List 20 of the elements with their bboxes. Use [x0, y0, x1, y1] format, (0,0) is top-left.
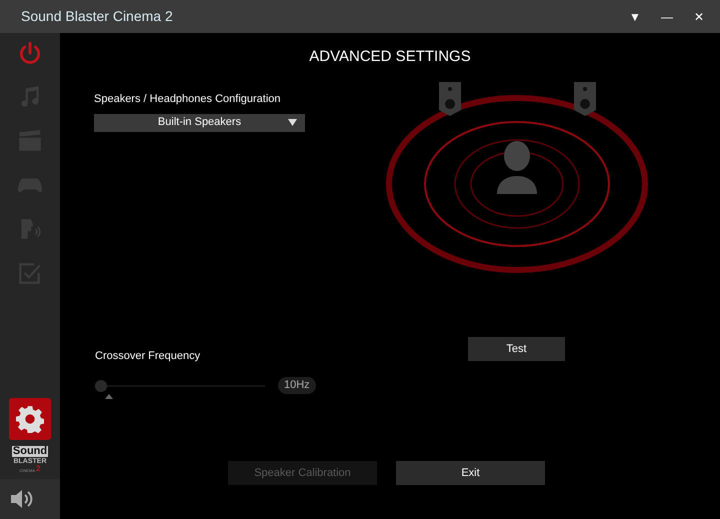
window-control-button[interactable]: —: [654, 8, 680, 26]
action-button[interactable]: Exit: [396, 461, 545, 485]
gear-icon: [16, 405, 44, 433]
window-title: Sound Blaster Cinema 2: [21, 7, 174, 26]
frequency-reading: 10Hz: [278, 377, 316, 394]
page-heading: ADVANCED SETTINGS: [308, 47, 472, 66]
caret-icon: [288, 119, 297, 126]
slider-thumb[interactable]: [95, 380, 107, 392]
logo-text: 2: [36, 465, 40, 473]
test-button[interactable]: Test: [468, 337, 565, 361]
logo-text: Sound: [12, 446, 48, 457]
pointer-icon: [105, 394, 113, 398]
window-control-button[interactable]: ✕: [686, 8, 712, 26]
field-label: Speakers / Headphones Configuration: [94, 92, 282, 107]
configuration-dropdown[interactable]: Built-in Speakers: [94, 114, 305, 132]
field-label: Crossover Frequency: [95, 349, 202, 364]
power-icon[interactable]: [17, 40, 43, 66]
settings-button[interactable]: [9, 398, 51, 440]
window-control-button[interactable]: ▼: [622, 8, 648, 26]
speaker-volume-icon[interactable]: [10, 488, 34, 510]
